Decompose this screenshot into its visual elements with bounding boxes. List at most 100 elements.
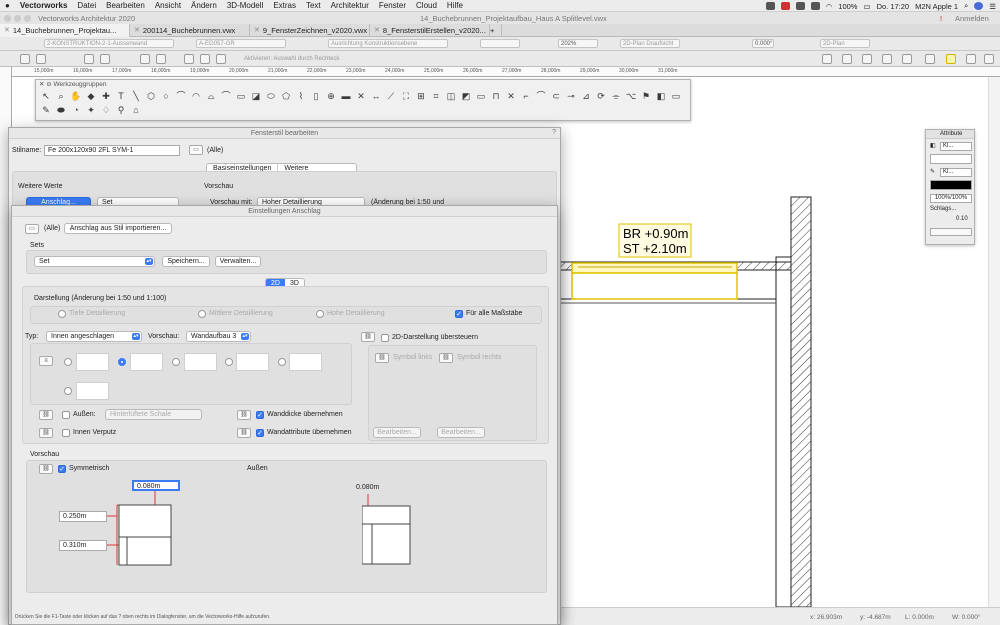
snap-icon[interactable] <box>842 54 852 64</box>
line-thickness[interactable]: 0.10 <box>956 216 968 222</box>
vertical-scrollbar[interactable] <box>988 77 1000 607</box>
tool-icon[interactable]: ◩ <box>460 90 472 102</box>
minimize-window-button[interactable] <box>14 15 21 22</box>
opacity-field[interactable]: 100%/100% <box>930 194 972 203</box>
tool-icon[interactable]: ✦ <box>85 104 97 116</box>
dim-mid-input[interactable]: 0.250m <box>59 511 107 522</box>
radio-rebate-4[interactable] <box>225 358 233 366</box>
menu-architektur[interactable]: Architektur <box>326 1 374 10</box>
tool-icon[interactable]: ⛶ <box>400 90 412 102</box>
tool-icon[interactable]: ✚ <box>100 90 112 102</box>
symbol-rechts-icon[interactable]: ⛓ <box>439 353 453 363</box>
checkbox-wanddicke[interactable]: ✓ <box>256 411 264 419</box>
snap-icon[interactable] <box>966 54 976 64</box>
search-icon[interactable]: ⌕ <box>964 1 968 11</box>
style-toggle-icon[interactable]: ▭ <box>25 224 39 234</box>
menu-app[interactable]: Vectorworks <box>15 1 73 10</box>
rebate-thumb-2[interactable] <box>130 353 163 371</box>
mode-icon[interactable] <box>156 54 166 64</box>
menu-bearbeiten[interactable]: Bearbeiten <box>101 1 150 10</box>
status-icon[interactable] <box>795 2 805 10</box>
zoom-field[interactable]: 202% <box>558 39 598 48</box>
alert-icon[interactable]: ! <box>940 14 942 23</box>
help-icon[interactable]: ? <box>552 129 556 136</box>
menu-datei[interactable]: Datei <box>72 1 101 10</box>
tool-icon[interactable]: ⊸ <box>565 90 577 102</box>
tab-document-3[interactable]: ✕ 9_FensterZeichnen_v2020.vwx <box>250 24 370 37</box>
notification-icon[interactable]: ☰ <box>989 2 996 11</box>
tool-icon[interactable]: ⌒ <box>175 90 187 102</box>
dim-top-input[interactable]: 0.080m <box>132 480 180 491</box>
close-window-button[interactable] <box>4 15 11 22</box>
checkbox-aussen[interactable] <box>62 411 70 419</box>
tool-icon[interactable]: ◧ <box>655 90 667 102</box>
tool-icon[interactable]: ⌒ <box>535 90 547 102</box>
snap-icon[interactable] <box>882 54 892 64</box>
user-name[interactable]: M2N Apple 1 <box>915 2 958 11</box>
vorschau-select[interactable]: Wandaufbau 3 ▴▾ <box>186 331 251 342</box>
clock[interactable]: Do. 17:20 <box>877 2 910 11</box>
pen-style-select[interactable]: Kl... <box>940 168 972 177</box>
tool-icon[interactable]: ◪ <box>250 90 262 102</box>
wandattribute-link-icon[interactable]: ⛓ <box>237 428 251 438</box>
view-field[interactable]: 2D-Plan Draufsicht <box>620 39 680 48</box>
tool-icon[interactable]: ⚑ <box>640 90 652 102</box>
tool-icon[interactable]: ⬠ <box>280 90 292 102</box>
pen-icon[interactable]: ✎ <box>930 168 935 175</box>
tool-icon[interactable]: ✋ <box>70 90 82 102</box>
mode-icon[interactable] <box>100 54 110 64</box>
symmetric-link-icon[interactable]: ⛓ <box>39 464 53 474</box>
tool-icon[interactable]: ⌕ <box>55 90 67 102</box>
zoom-window-button[interactable] <box>24 15 31 22</box>
radio-rebate-6[interactable] <box>64 387 72 395</box>
sets-select[interactable]: Set ▴▾ <box>34 256 155 267</box>
tab-document-4[interactable]: ✕ 8_FensterstilErstellen_v2020... <box>370 24 490 37</box>
snap-icon[interactable] <box>822 54 832 64</box>
tool-icon[interactable]: ⬭ <box>265 90 277 102</box>
apple-icon[interactable]: ● <box>0 1 15 10</box>
radio-rebate-5[interactable] <box>278 358 286 366</box>
mode-icon[interactable] <box>200 54 210 64</box>
tool-icon[interactable]: ↖ <box>40 90 52 102</box>
tool-icon[interactable]: ⌓ <box>205 90 217 102</box>
rotation-field[interactable]: 0.000° <box>752 39 774 48</box>
class-field[interactable]: 2-KONSTRUKTION-2-1-Aussenwand <box>44 39 174 48</box>
siri-icon[interactable] <box>974 2 984 10</box>
fill-preview[interactable] <box>930 154 972 164</box>
plane-field[interactable]: Ausrichtung Konstruktionsebene <box>328 39 448 48</box>
manage-sets-button[interactable]: Verwalten... <box>215 256 261 267</box>
selection-mode-icon[interactable] <box>20 54 30 64</box>
menu-ansicht[interactable]: Ansicht <box>150 1 186 10</box>
tool-icon[interactable]: ↔ <box>370 90 382 102</box>
tool-icon[interactable]: ⟳ <box>595 90 607 102</box>
wanddicke-link-icon[interactable]: ⛓ <box>237 410 251 420</box>
checkbox-alle-massstaebe[interactable]: ✓ <box>455 310 463 318</box>
signin-link[interactable]: Anmelden <box>955 14 989 23</box>
rebate-thumb-1[interactable] <box>76 353 109 371</box>
close-tab-icon[interactable]: ✕ <box>134 24 140 37</box>
checkbox-override-2d[interactable] <box>381 334 389 342</box>
plan-field[interactable]: 2D-Plan <box>820 39 870 48</box>
checkbox-wandattribute[interactable]: ✓ <box>256 429 264 437</box>
layer-field[interactable]: A-EG057-GR <box>196 39 286 48</box>
override-link-icon[interactable]: ⛓ <box>361 332 375 342</box>
tool-icon[interactable]: ⬡ <box>145 90 157 102</box>
import-rebate-button[interactable]: Anschlag aus Stil importieren... <box>64 223 172 234</box>
tab-document-1[interactable]: ✕ 14_Buchebrunnen_Projektau... <box>0 24 130 37</box>
radio-rebate-1[interactable] <box>64 358 72 366</box>
checkbox-symmetrisch[interactable]: ✓ <box>58 465 66 473</box>
fill-icon[interactable]: ◧ <box>930 142 936 149</box>
aussen-select[interactable]: Hinterlüftete Schale <box>105 409 202 420</box>
style-toggle-icon[interactable]: ▭ <box>189 145 203 155</box>
typ-select[interactable]: Innen angeschlagen ▴▾ <box>46 331 142 342</box>
tool-icon[interactable]: ▭ <box>670 90 682 102</box>
close-tab-icon[interactable]: ✕ <box>4 24 10 37</box>
shadow-label[interactable]: Schlags... <box>930 206 972 215</box>
edit-left-symbol-button[interactable]: Bearbeiten... <box>373 427 421 438</box>
menu-cloud[interactable]: Cloud <box>411 1 442 10</box>
tool-icon[interactable]: ⟋ <box>385 90 397 102</box>
type-list-icon[interactable]: ≡ <box>39 356 53 366</box>
scale-field[interactable] <box>480 39 520 48</box>
tool-icon[interactable]: ⌥ <box>625 90 637 102</box>
selection-mode-icon[interactable] <box>36 54 46 64</box>
